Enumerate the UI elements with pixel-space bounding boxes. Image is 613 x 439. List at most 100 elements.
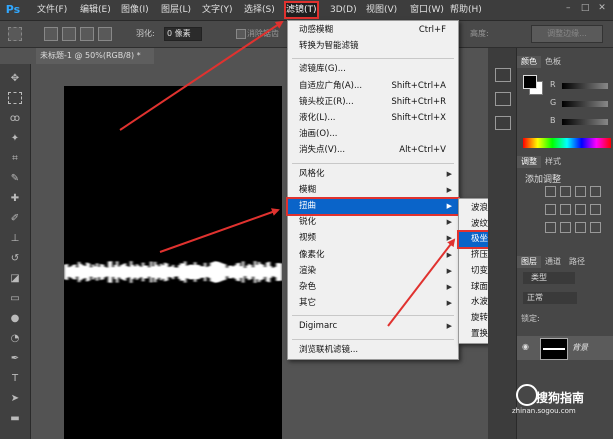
blur-tool-icon[interactable]: ● bbox=[8, 312, 22, 326]
filter-menu-item-17[interactable]: Digimarc ▶ bbox=[288, 319, 458, 334]
tab-paths[interactable]: 路径 bbox=[565, 256, 589, 268]
menu-window[interactable]: 窗口(W) bbox=[410, 3, 444, 17]
waveform-spike bbox=[112, 267, 115, 277]
history-brush-tool-icon[interactable]: ↺ bbox=[8, 252, 22, 266]
hue-icon[interactable] bbox=[560, 204, 571, 215]
info-icon[interactable] bbox=[495, 116, 511, 130]
menu-filter[interactable]: 滤镜(T) bbox=[284, 1, 319, 19]
vibrance-icon[interactable] bbox=[545, 204, 556, 215]
posterize-icon[interactable] bbox=[560, 222, 571, 233]
maximize-button[interactable]: □ bbox=[578, 3, 592, 13]
antialias-checkbox[interactable] bbox=[236, 29, 246, 39]
menu-item-label: 镜头校正(R)... bbox=[299, 96, 354, 107]
filter-menu-item-15[interactable]: 杂色 ▶ bbox=[288, 280, 458, 295]
filter-menu-item-7[interactable]: 消失点(V)... Alt+Ctrl+V bbox=[288, 143, 458, 158]
menu-3d[interactable]: 3D(D) bbox=[330, 3, 357, 17]
menu-image[interactable]: 图像(I) bbox=[121, 3, 149, 17]
filter-menu-item-4[interactable]: 镜头校正(R)... Shift+Ctrl+R bbox=[288, 95, 458, 110]
layer-kind-filter[interactable]: 类型 bbox=[523, 272, 575, 284]
menu-type[interactable]: 文字(Y) bbox=[202, 3, 233, 17]
menu-edit[interactable]: 编辑(E) bbox=[80, 3, 111, 17]
filter-menu-item-2[interactable]: 滤镜库(G)... bbox=[288, 62, 458, 77]
menu-item-label: 视频 bbox=[299, 233, 317, 244]
minimize-button[interactable]: – bbox=[561, 3, 575, 13]
tab-styles[interactable]: 样式 bbox=[541, 156, 565, 168]
filter-menu-item-14[interactable]: 渲染 ▶ bbox=[288, 264, 458, 279]
filter-menu-item-9[interactable]: 模糊 ▶ bbox=[288, 183, 458, 198]
filter-menu-item-8[interactable]: 风格化 ▶ bbox=[288, 167, 458, 182]
filter-menu-item-5[interactable]: 液化(L)... Shift+Ctrl+X bbox=[288, 111, 458, 126]
crop-tool-icon[interactable]: ⌗ bbox=[8, 152, 22, 166]
filter-menu-item-12[interactable]: 视频 ▶ bbox=[288, 231, 458, 246]
filter-menu-item-0[interactable]: 动感模糊 Ctrl+F bbox=[288, 23, 458, 38]
filter-menu-item-1[interactable]: 转换为智能滤镜 bbox=[288, 39, 458, 54]
waveform-spike bbox=[108, 261, 111, 283]
marquee-tool-icon[interactable] bbox=[8, 27, 22, 41]
filter-menu-item-16[interactable]: 其它 ▶ bbox=[288, 296, 458, 311]
waveform-spike bbox=[212, 261, 215, 283]
close-button[interactable]: ✕ bbox=[595, 3, 609, 13]
stamp-tool-icon[interactable]: ⊥ bbox=[8, 232, 22, 246]
filter-menu-item-10[interactable]: 扭曲 ▶ bbox=[286, 197, 460, 216]
intersect-selection-icon[interactable] bbox=[98, 27, 112, 41]
height-label: 高度: bbox=[470, 29, 489, 38]
invert-icon[interactable] bbox=[545, 222, 556, 233]
channel-g-slider[interactable] bbox=[562, 101, 608, 107]
filter-menu-item-3[interactable]: 自适应广角(A)... Shift+Ctrl+A bbox=[288, 79, 458, 94]
dodge-tool-icon[interactable]: ◔ bbox=[8, 332, 22, 346]
properties-icon[interactable] bbox=[495, 92, 511, 106]
brightness-icon[interactable] bbox=[545, 186, 556, 197]
move-tool-icon[interactable]: ✥ bbox=[8, 72, 22, 86]
menu-help[interactable]: 帮助(H) bbox=[450, 3, 482, 17]
adjust-edge-button[interactable]: 调整边缘... bbox=[531, 25, 603, 43]
foreground-color-swatch[interactable] bbox=[523, 75, 537, 89]
filter-menu-item-13[interactable]: 像素化 ▶ bbox=[288, 248, 458, 263]
levels-icon[interactable] bbox=[560, 186, 571, 197]
balance-icon[interactable] bbox=[575, 204, 586, 215]
type-tool-icon[interactable]: T bbox=[8, 372, 22, 386]
curves-icon[interactable] bbox=[575, 186, 586, 197]
menu-select[interactable]: 选择(S) bbox=[244, 3, 275, 17]
menu-file[interactable]: 文件(F) bbox=[37, 3, 67, 17]
eye-icon[interactable]: ◉ bbox=[522, 342, 529, 351]
magic-wand-tool-icon[interactable]: ✦ bbox=[8, 132, 22, 146]
exposure-icon[interactable] bbox=[590, 186, 601, 197]
healing-brush-tool-icon[interactable]: ✚ bbox=[8, 192, 22, 206]
gradient-tool-icon[interactable]: ▭ bbox=[8, 292, 22, 306]
filter-menu-item-6[interactable]: 油画(O)... bbox=[288, 127, 458, 142]
waveform-spike bbox=[124, 263, 127, 281]
blend-mode-select[interactable]: 正常 bbox=[523, 292, 577, 304]
channel-b-slider[interactable] bbox=[562, 119, 608, 125]
filter-menu-item-11[interactable]: 锐化 ▶ bbox=[288, 215, 458, 230]
history-icon[interactable] bbox=[495, 68, 511, 82]
eyedropper-tool-icon[interactable]: ✎ bbox=[8, 172, 22, 186]
menu-view[interactable]: 视图(V) bbox=[366, 3, 397, 17]
color-spectrum[interactable] bbox=[523, 138, 611, 148]
brush-tool-icon[interactable]: ✐ bbox=[8, 212, 22, 226]
subtract-selection-icon[interactable] bbox=[80, 27, 94, 41]
eraser-tool-icon[interactable]: ◪ bbox=[8, 272, 22, 286]
document-canvas[interactable] bbox=[64, 86, 282, 439]
waveform-spike bbox=[74, 264, 77, 280]
marquee-tool-icon[interactable] bbox=[8, 92, 22, 104]
bw-icon[interactable] bbox=[590, 204, 601, 215]
lasso-tool-icon[interactable]: ꝏ bbox=[8, 112, 22, 126]
document-tab[interactable]: 未标题-1 @ 50%(RGB/8) * bbox=[36, 48, 154, 64]
filter-menu-item-18[interactable]: 浏览联机滤镜... bbox=[288, 343, 458, 358]
sogou-logo-icon bbox=[516, 384, 538, 406]
tab-channels[interactable]: 通道 bbox=[541, 256, 565, 268]
new-selection-icon[interactable] bbox=[44, 27, 58, 41]
feather-input[interactable]: 0 像素 bbox=[164, 27, 202, 41]
tab-layers[interactable]: 图层 bbox=[517, 256, 541, 268]
add-selection-icon[interactable] bbox=[62, 27, 76, 41]
path-selection-tool-icon[interactable]: ➤ bbox=[8, 392, 22, 406]
gradient-map-icon[interactable] bbox=[590, 222, 601, 233]
menu-layer[interactable]: 图层(L) bbox=[161, 3, 191, 17]
pen-tool-icon[interactable]: ✒ bbox=[8, 352, 22, 366]
channel-r-slider[interactable] bbox=[562, 83, 608, 89]
tab-color[interactable]: 颜色 bbox=[517, 56, 541, 68]
shape-tool-icon[interactable]: ▬ bbox=[8, 412, 22, 426]
tab-swatches[interactable]: 色板 bbox=[541, 56, 565, 68]
threshold-icon[interactable] bbox=[575, 222, 586, 233]
tab-adjustments[interactable]: 调整 bbox=[517, 156, 541, 168]
